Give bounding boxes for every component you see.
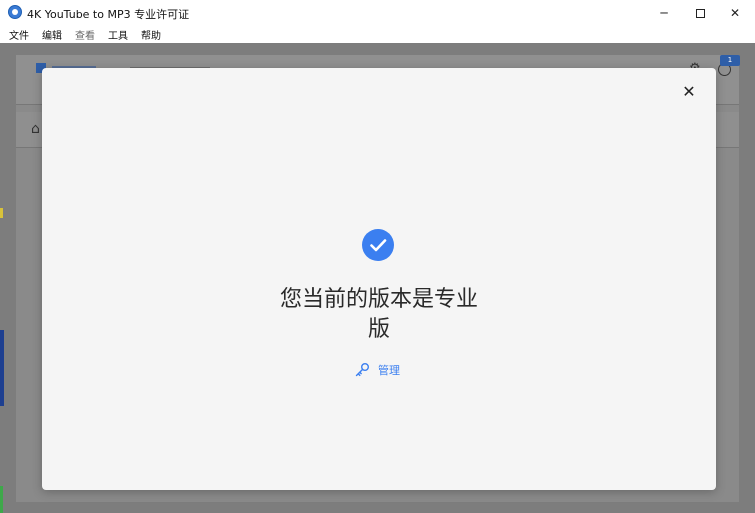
- manage-label: 管理: [378, 364, 400, 377]
- menu-help[interactable]: 帮助: [141, 27, 161, 42]
- maximize-button[interactable]: [682, 0, 718, 26]
- app-logo-icon: [8, 5, 22, 19]
- license-dialog: ✕ 您当前的版本是专业 版 管理: [42, 68, 716, 490]
- menu-edit[interactable]: 编辑: [42, 27, 62, 42]
- check-circle-icon: [362, 229, 394, 261]
- desktop-edge-blue: [0, 330, 4, 406]
- window-title: 4K YouTube to MP3 专业许可证: [27, 8, 190, 21]
- license-status-line-1: 您当前的版本是专业: [279, 287, 478, 312]
- license-status-line-2: 版: [367, 317, 390, 342]
- menu-tools[interactable]: 工具: [108, 27, 128, 42]
- maximize-icon: [695, 8, 705, 18]
- menu-view[interactable]: 查看: [75, 27, 95, 42]
- desktop-edge-green: [0, 486, 3, 513]
- menu-file[interactable]: 文件: [9, 27, 29, 42]
- menu-bar: 文件 编辑 查看 工具 帮助: [0, 26, 755, 43]
- key-icon: [355, 363, 369, 377]
- window-close-button[interactable]: ✕: [717, 0, 753, 26]
- license-status-text: 您当前的版本是专业 版: [259, 285, 499, 345]
- home-icon: ⌂: [31, 121, 40, 137]
- title-bar: 4K YouTube to MP3 专业许可证 ─ ✕: [0, 0, 755, 26]
- desktop-edge-yellow: [0, 208, 3, 218]
- minimize-button[interactable]: ─: [646, 0, 682, 26]
- manage-license-link[interactable]: 管理: [354, 362, 400, 378]
- dialog-close-button[interactable]: ✕: [680, 83, 698, 101]
- notification-badge: 1: [720, 55, 740, 66]
